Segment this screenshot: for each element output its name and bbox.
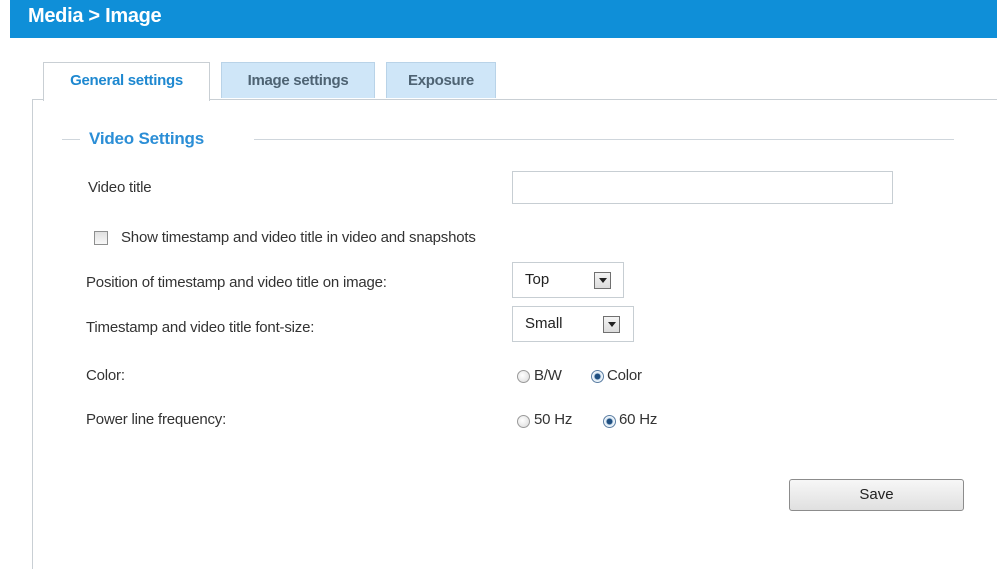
font-size-select-value: Small	[525, 315, 563, 332]
video-title-label: Video title	[88, 179, 152, 196]
font-size-label: Timestamp and video title font-size:	[86, 319, 315, 336]
video-settings-legend: Video Settings	[89, 129, 204, 148]
color-label: Color:	[86, 367, 125, 384]
save-button[interactable]: Save	[789, 479, 964, 511]
position-select-value: Top	[525, 271, 550, 288]
tab-general-settings[interactable]: General settings	[43, 62, 210, 101]
show-timestamp-checkbox[interactable]	[94, 231, 108, 245]
video-title-input[interactable]	[512, 171, 893, 204]
fieldset-border	[62, 139, 80, 140]
fieldset-border	[254, 139, 954, 140]
color-bw-label: B/W	[534, 367, 562, 384]
page-title: Media > Image	[28, 5, 162, 27]
power-50hz-label: 50 Hz	[534, 411, 573, 428]
chevron-down-icon	[594, 272, 611, 289]
power-50hz-radio[interactable]	[517, 415, 530, 428]
color-color-radio[interactable]	[591, 370, 604, 383]
chevron-down-icon	[603, 316, 620, 333]
position-label: Position of timestamp and video title on…	[86, 274, 387, 291]
power-60hz-radio[interactable]	[603, 415, 616, 428]
position-select[interactable]: Top	[512, 262, 624, 298]
tab-exposure[interactable]: Exposure	[386, 62, 496, 98]
color-color-label: Color	[607, 367, 642, 384]
font-size-select[interactable]: Small	[512, 306, 634, 342]
page-header: Media > Image	[10, 0, 997, 38]
power-60hz-label: 60 Hz	[619, 411, 658, 428]
color-bw-radio[interactable]	[517, 370, 530, 383]
show-timestamp-label: Show timestamp and video title in video …	[121, 229, 476, 246]
power-line-label: Power line frequency:	[86, 411, 227, 428]
tab-image-settings[interactable]: Image settings	[221, 62, 375, 98]
